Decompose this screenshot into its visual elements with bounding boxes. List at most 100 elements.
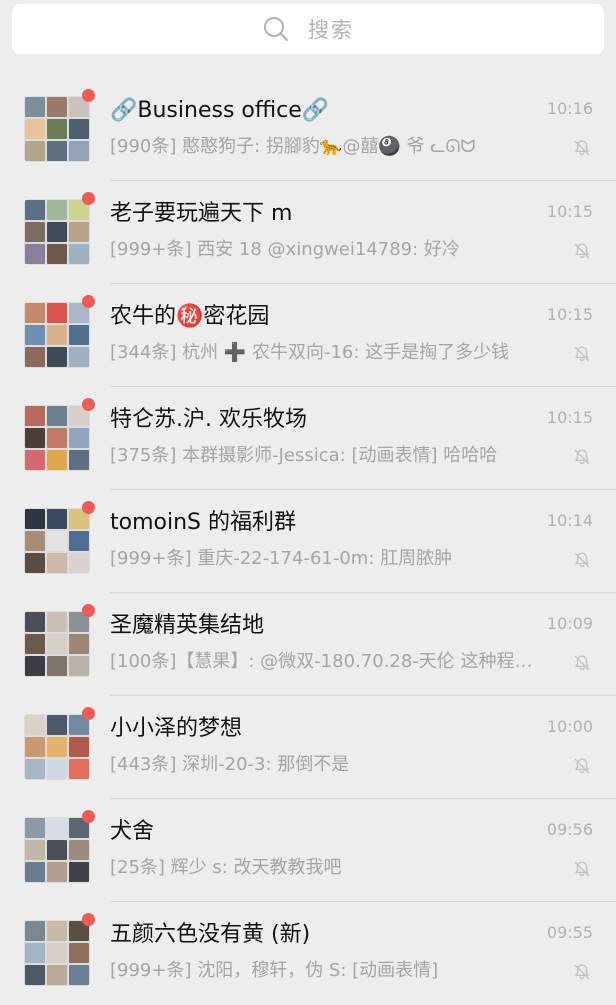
unread-badge <box>82 398 95 411</box>
chat-item[interactable]: 老子要玩遍天下 m [999+条] 西安 18 @xingwei14789: 好… <box>0 181 616 284</box>
unread-badge <box>82 604 95 617</box>
chat-time: 10:15 <box>546 305 593 324</box>
chat-title: 🔗Business office🔗 <box>110 98 330 123</box>
mute-bell-icon <box>574 346 590 362</box>
avatar-tile <box>25 200 45 220</box>
avatar-tile <box>25 428 45 448</box>
chat-preview: [25条] 辉少 s: 改天教教我吧 <box>110 857 342 878</box>
chat-preview: [375条] 本群摄影师-Jessica: [动画表情] 哈哈哈 <box>110 445 498 466</box>
avatar-tile <box>47 200 67 220</box>
chat-preview: [999+条] 沈阳，穆轩，伪 S: [动画表情] <box>110 960 439 981</box>
search-placeholder: 搜索 <box>308 18 354 42</box>
chat-preview: [443条] 深圳-20-3: 那倒不是 <box>110 754 350 775</box>
chat-list: 🔗Business office🔗 [990条] 憨憨狗子: 拐腳豹🐆@囍🎱 爷… <box>0 78 616 1005</box>
avatar-tile <box>47 428 67 448</box>
chat-item[interactable]: 🔗Business office🔗 [990条] 憨憨狗子: 拐腳豹🐆@囍🎱 爷… <box>0 78 616 181</box>
avatar-tile <box>69 656 89 676</box>
avatar-tile <box>25 531 45 551</box>
group-avatar <box>24 199 90 265</box>
chat-title: 小小泽的梦想 <box>110 716 243 741</box>
avatar-tile <box>69 244 89 264</box>
chat-time: 10:15 <box>546 202 593 221</box>
avatar-tile <box>25 715 45 735</box>
avatar-tile <box>47 509 67 529</box>
avatar-tile <box>47 840 67 860</box>
avatar-tile <box>47 406 67 426</box>
avatar-tile <box>69 428 89 448</box>
avatar-tile <box>47 965 67 985</box>
avatar-tile <box>47 531 67 551</box>
unread-badge <box>82 810 95 823</box>
chat-time: 10:15 <box>546 408 593 427</box>
group-avatar <box>24 96 90 162</box>
chat-item[interactable]: 农牛的㊙️密花园 [344条] 杭州 ➕ 农牛双向-16: 这手是掏了多少钱 1… <box>0 284 616 387</box>
unread-badge <box>82 192 95 205</box>
avatar-tile <box>47 818 67 838</box>
avatar-tile <box>69 634 89 654</box>
unread-badge <box>82 913 95 926</box>
avatar-tile <box>69 943 89 963</box>
avatar-tile <box>25 509 45 529</box>
avatar-tile <box>47 222 67 242</box>
avatar-tile <box>25 656 45 676</box>
chat-item[interactable]: tomoinS 的福利群 [999+条] 重庆-22-174-61-0m: 肛周… <box>0 490 616 593</box>
avatar-tile <box>47 612 67 632</box>
avatar-tile <box>25 450 45 470</box>
chat-preview: [999+条] 重庆-22-174-61-0m: 肛周脓肿 <box>110 548 453 569</box>
avatar-tile <box>69 965 89 985</box>
avatar-tile <box>47 450 67 470</box>
avatar-tile <box>47 347 67 367</box>
mute-bell-icon <box>574 552 590 568</box>
avatar-tile <box>25 553 45 573</box>
avatar-tile <box>47 634 67 654</box>
chat-preview: [100条]【慧果】: @微双-180.70.28-天伦 这种程度的 <box>110 651 542 672</box>
avatar-tile <box>69 141 89 161</box>
avatar-tile <box>47 97 67 117</box>
chat-time: 09:56 <box>546 820 593 839</box>
chat-time: 09:55 <box>546 923 593 942</box>
mute-bell-icon <box>574 861 590 877</box>
avatar-tile <box>69 862 89 882</box>
avatar-tile <box>47 141 67 161</box>
avatar-tile <box>69 531 89 551</box>
unread-badge <box>82 295 95 308</box>
avatar-tile <box>25 634 45 654</box>
chat-time: 10:16 <box>546 99 593 118</box>
chat-preview: [990条] 憨憨狗子: 拐腳豹🐆@囍🎱 爷 ᓚᘏᗢ <box>110 136 476 157</box>
chat-title: 农牛的㊙️密花园 <box>110 304 270 329</box>
avatar-tile <box>25 222 45 242</box>
group-avatar <box>24 405 90 471</box>
chat-item[interactable]: 五颜六色没有黄 (新) [999+条] 沈阳，穆轩，伪 S: [动画表情] 09… <box>0 902 616 1005</box>
chat-title: tomoinS 的福利群 <box>110 510 296 535</box>
avatar-tile <box>25 244 45 264</box>
chat-title: 犬舍 <box>110 819 155 844</box>
avatar-tile <box>25 818 45 838</box>
avatar-tile <box>69 325 89 345</box>
avatar-tile <box>47 553 67 573</box>
avatar-tile <box>69 119 89 139</box>
avatar-tile <box>25 737 45 757</box>
search-icon <box>264 17 289 42</box>
group-avatar <box>24 714 90 780</box>
chat-item[interactable]: 小小泽的梦想 [443条] 深圳-20-3: 那倒不是 10:00 <box>0 696 616 799</box>
avatar-tile <box>47 737 67 757</box>
mute-bell-icon <box>574 964 590 980</box>
chat-item[interactable]: 犬舍 [25条] 辉少 s: 改天教教我吧 09:56 <box>0 799 616 902</box>
avatar-tile <box>69 222 89 242</box>
avatar-tile <box>47 715 67 735</box>
avatar-tile <box>47 759 67 779</box>
avatar-tile <box>25 840 45 860</box>
chat-title: 圣魔精英集结地 <box>110 613 265 638</box>
avatar-tile <box>47 921 67 941</box>
avatar-tile <box>25 943 45 963</box>
search-box[interactable]: 搜索 <box>12 4 604 54</box>
chat-time: 10:09 <box>546 614 593 633</box>
avatar-tile <box>69 347 89 367</box>
group-avatar <box>24 302 90 368</box>
avatar-tile <box>47 943 67 963</box>
avatar-tile <box>47 303 67 323</box>
avatar-tile <box>25 97 45 117</box>
chat-item[interactable]: 特仑苏.沪. 欢乐牧场 [375条] 本群摄影师-Jessica: [动画表情]… <box>0 387 616 490</box>
chat-item[interactable]: 圣魔精英集结地 [100条]【慧果】: @微双-180.70.28-天伦 这种程… <box>0 593 616 696</box>
avatar-tile <box>69 553 89 573</box>
